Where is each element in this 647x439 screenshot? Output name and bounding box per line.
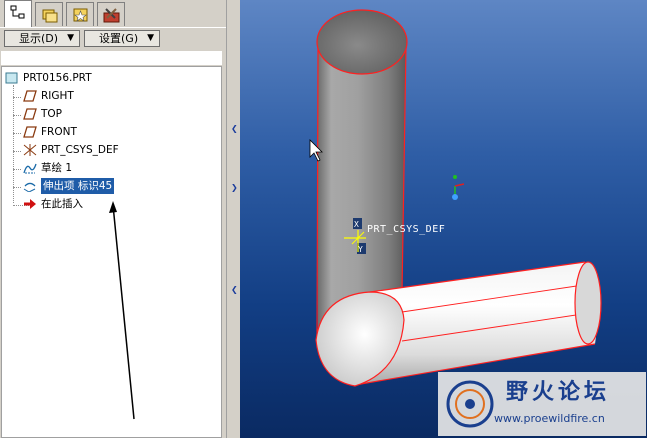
tools-icon: [103, 8, 120, 23]
watermark-logo: 野火论坛 www.proewildfire.cn: [438, 372, 646, 436]
tree-menu-bar: 显示(D) ▼ 设置(G) ▼: [0, 27, 226, 50]
panel-splitter[interactable]: ❮ ❯ ❮: [226, 0, 240, 438]
show-dropdown[interactable]: 显示(D) ▼: [4, 30, 80, 47]
csys-label: PRT_CSYS_DEF: [367, 224, 446, 235]
forum-logo-icon: [446, 380, 494, 428]
model-tree-icon: [10, 5, 25, 19]
splitter-expand-icon: ❯: [231, 183, 238, 192]
show-dropdown-label: 显示(D): [19, 32, 59, 45]
watermark-url: www.proewildfire.cn: [494, 412, 605, 425]
annotation-arrow: [109, 201, 135, 420]
csys-axis-x: X: [354, 220, 359, 229]
csys-axis-y: Y: [358, 245, 363, 254]
chevron-down-icon: ▼: [67, 33, 74, 43]
connections-tab[interactable]: [97, 2, 125, 26]
chevron-down-icon: ▼: [147, 33, 154, 43]
model-tree: PRT0156.PRT RIGHT TOP FRONT PRT_CSYS_DEF: [1, 66, 222, 438]
folder-browser-tab[interactable]: [35, 2, 63, 26]
watermark-title: 野火论坛: [506, 380, 611, 405]
model-tree-panel: 显示(D) ▼ 设置(G) ▼ PRT0156.PRT RIGHT TOP FR…: [0, 0, 226, 438]
graphics-viewport[interactable]: X Y PRT_CSYS_DEF 野火论坛 www.proewildfire.c…: [240, 0, 647, 438]
folder-icon: [42, 9, 58, 23]
splitter-collapse-icon: ❮: [231, 285, 238, 294]
splitter-collapse-icon: ❮: [231, 124, 238, 133]
spin-center-icon: [452, 175, 465, 200]
favorites-icon: [73, 8, 88, 22]
model-tree-tab[interactable]: [4, 0, 32, 27]
end-cap-face: [574, 261, 602, 345]
tree-header-spacer: [1, 51, 222, 65]
settings-dropdown[interactable]: 设置(G) ▼: [84, 30, 160, 47]
favorites-tab[interactable]: [66, 2, 94, 26]
navigator-tab-bar: [0, 0, 226, 27]
settings-dropdown-label: 设置(G): [99, 32, 139, 45]
top-cap-face: [316, 9, 408, 75]
